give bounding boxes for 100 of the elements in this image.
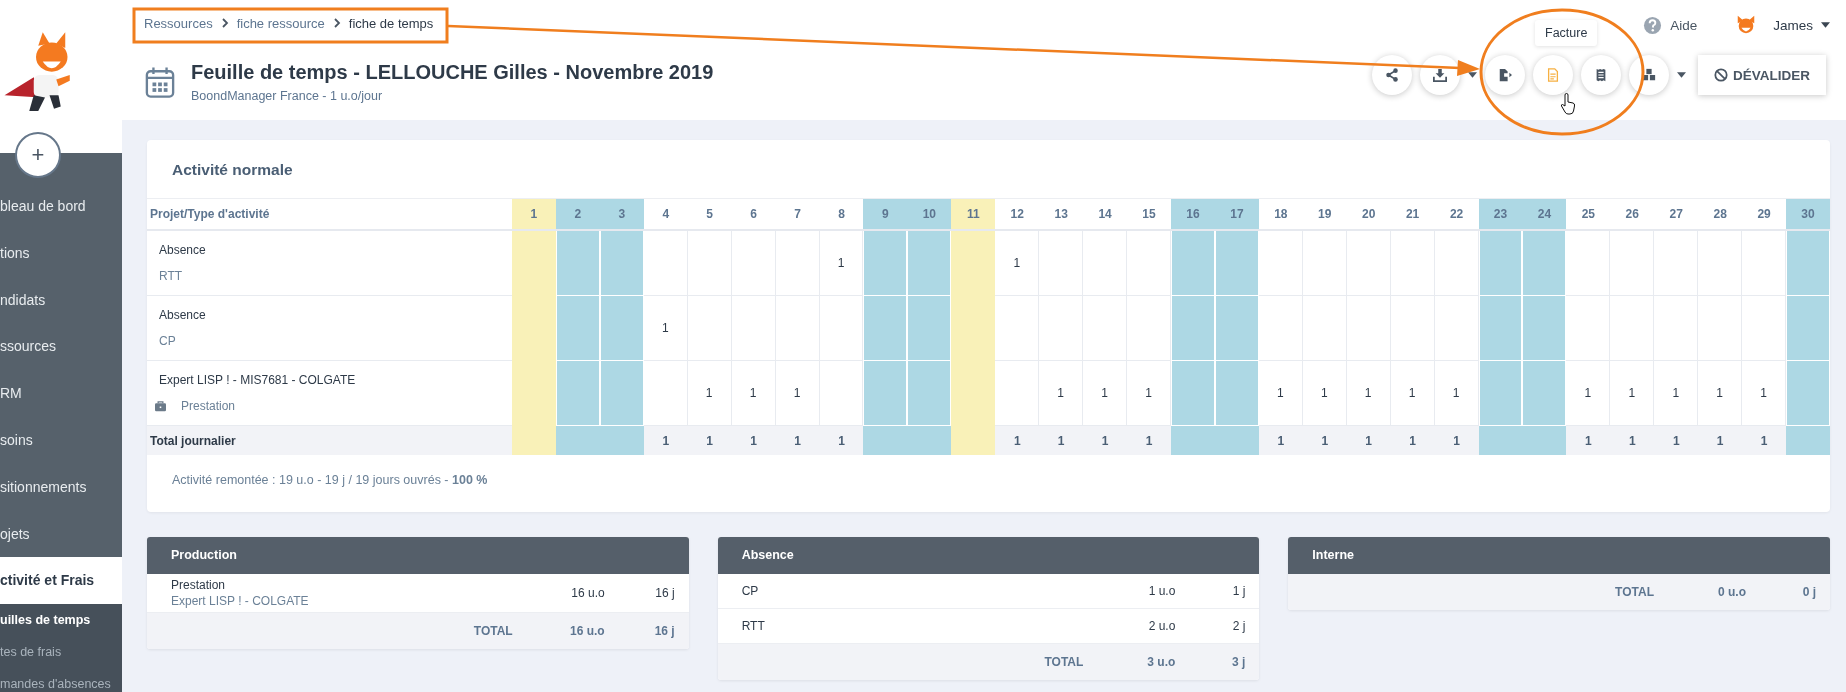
total-cell: 1 xyxy=(1346,426,1391,455)
day-cell[interactable] xyxy=(995,296,1040,361)
share-button[interactable] xyxy=(1372,55,1412,95)
receipt-button[interactable] xyxy=(1581,55,1621,95)
day-header: 7 xyxy=(775,199,820,231)
sidebar-item[interactable]: ctivité et Frais xyxy=(0,557,122,605)
activity-title: Expert LISP ! - MIS7681 - COLGATE xyxy=(159,373,356,387)
day-header: 24 xyxy=(1522,199,1567,231)
help-icon[interactable] xyxy=(1643,15,1663,35)
total-cell xyxy=(951,426,996,455)
export-icon xyxy=(1498,68,1512,82)
total-cell xyxy=(512,426,556,455)
day-cell[interactable] xyxy=(1654,231,1699,296)
panel-header: Absence xyxy=(717,537,1260,574)
receipt-icon xyxy=(1594,68,1608,82)
day-header: 4 xyxy=(643,199,688,231)
user-menu[interactable]: James xyxy=(1773,17,1813,33)
page-subtitle: BoondManager France - 1 u.o/jour xyxy=(191,89,384,103)
total-cell xyxy=(599,426,644,455)
day-header: 17 xyxy=(1214,199,1259,231)
help-link[interactable]: Aide xyxy=(1670,17,1698,33)
day-header: 2 xyxy=(555,199,600,231)
day-cell[interactable]: 1 xyxy=(995,231,1040,296)
download-button[interactable] xyxy=(1420,55,1460,95)
activity-type: RTT xyxy=(159,269,183,283)
sidebar-subitem[interactable]: tes de frais xyxy=(0,636,122,669)
total-cell: 1 xyxy=(819,426,864,455)
day-cell[interactable] xyxy=(1258,231,1303,296)
calendar-icon xyxy=(145,65,175,99)
document-icon xyxy=(1546,68,1560,82)
day-cell[interactable] xyxy=(1039,231,1084,296)
panel-sublabel: Expert LISP ! - COLGATE xyxy=(171,594,310,608)
sidebar-item[interactable]: ssources xyxy=(0,323,122,371)
day-cell[interactable] xyxy=(1346,231,1391,296)
day-header: 10 xyxy=(907,199,952,231)
units-total: 16 u.o xyxy=(568,624,605,638)
day-header: 27 xyxy=(1654,199,1699,231)
day-cell[interactable] xyxy=(1698,231,1743,296)
days-value: 2 j xyxy=(1231,619,1247,633)
cubes-button[interactable] xyxy=(1629,55,1669,95)
day-cell[interactable] xyxy=(1610,231,1655,296)
page-title: Feuille de temps - LELLOUCHE Gilles - Novembre 2019 xyxy=(191,61,715,84)
sidebar-item[interactable]: tions xyxy=(0,229,122,277)
total-cell xyxy=(1214,426,1259,455)
total-cell: 1 xyxy=(1654,426,1699,455)
day-cell[interactable] xyxy=(731,231,776,296)
activity-type: Prestation xyxy=(181,399,236,413)
caret-icon[interactable] xyxy=(1677,72,1686,78)
day-header: 19 xyxy=(1302,199,1347,231)
day-cell[interactable] xyxy=(1390,231,1435,296)
invoice-button[interactable] xyxy=(1533,55,1573,95)
day-cell[interactable] xyxy=(512,231,556,296)
caret-icon[interactable] xyxy=(1468,72,1477,78)
total-cell: 1 xyxy=(1127,426,1171,455)
total-cell: 1 xyxy=(1390,426,1435,455)
total-cell: 1 xyxy=(1083,426,1128,455)
total-cell xyxy=(1171,426,1215,455)
sidebar-item[interactable]: sitionnements xyxy=(0,463,122,511)
day-cell[interactable] xyxy=(1302,231,1347,296)
panel-label: Prestation xyxy=(171,578,227,592)
invalidate-button[interactable]: DÉVALIDER xyxy=(1698,55,1826,95)
briefcase-icon xyxy=(154,400,167,412)
day-cell[interactable]: 1 xyxy=(643,296,688,361)
add-button[interactable]: + xyxy=(15,132,61,178)
day-cell[interactable] xyxy=(1566,231,1611,296)
day-cell[interactable] xyxy=(1083,231,1128,296)
export-button[interactable] xyxy=(1485,55,1525,95)
sidebar-item[interactable]: ndidats xyxy=(0,276,122,324)
sidebar-item[interactable]: RM xyxy=(0,370,122,417)
sidebar-item[interactable]: ojets xyxy=(0,510,122,558)
breadcrumb-link[interactable]: Ressources xyxy=(144,15,213,31)
sidebar-item[interactable]: bleau de bord xyxy=(0,183,122,230)
breadcrumb-link[interactable]: fiche de temps xyxy=(348,15,434,31)
activity-title: Absence xyxy=(159,308,206,322)
total-cell: 1 xyxy=(1698,426,1743,455)
sidebar-subitem[interactable]: mandes d'absences xyxy=(0,668,122,692)
total-cell: 1 xyxy=(1566,426,1611,455)
day-cell[interactable] xyxy=(1434,296,1479,361)
day-cell[interactable] xyxy=(643,231,688,296)
day-cell[interactable] xyxy=(951,231,996,296)
day-header: 1 xyxy=(512,199,556,231)
day-cell[interactable] xyxy=(775,231,820,296)
total-cell: 1 xyxy=(643,426,688,455)
breadcrumb-link[interactable]: fiche ressource xyxy=(236,15,325,31)
days-total: 3 j xyxy=(1231,655,1247,669)
day-cell[interactable] xyxy=(1258,296,1303,361)
day-cell[interactable] xyxy=(687,231,732,296)
cubes-icon xyxy=(1642,68,1656,82)
column-header: Projet/Type d'activité xyxy=(147,199,512,231)
caret-icon[interactable] xyxy=(1821,22,1830,28)
day-cell[interactable] xyxy=(1566,296,1611,361)
day-header: 14 xyxy=(1083,199,1128,231)
tooltip: Facture xyxy=(1535,20,1598,46)
sidebar-item[interactable]: soins xyxy=(0,417,122,464)
total-cell: 1 xyxy=(1742,426,1787,455)
sidebar-subitem[interactable]: uilles de temps xyxy=(0,604,122,637)
activity-type: CP xyxy=(159,334,176,348)
total-label: TOTAL xyxy=(472,624,514,638)
day-header: 11 xyxy=(951,199,996,231)
day-cell[interactable] xyxy=(1434,231,1479,296)
